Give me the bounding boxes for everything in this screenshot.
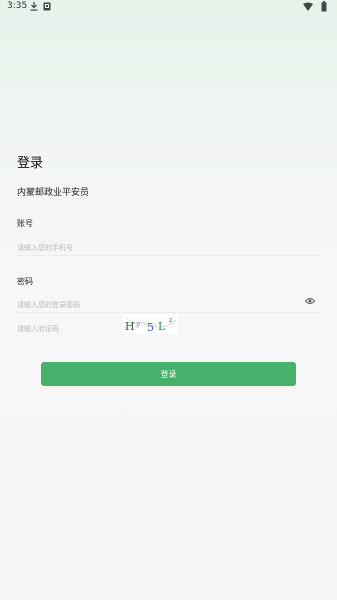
status-time: 3:35: [7, 1, 28, 11]
battery-icon: [321, 1, 327, 12]
download-icon: [30, 2, 38, 11]
svg-text:z: z: [169, 317, 172, 324]
org-name: 内蒙邮政业平安员: [17, 188, 90, 198]
login-button[interactable]: 登录: [41, 362, 296, 386]
page-title: 登录: [17, 156, 44, 171]
wifi-icon: [303, 2, 313, 11]
password-label: 密码: [17, 277, 33, 286]
captcha-graphic: H y 5 L z: [123, 317, 177, 334]
sd-card-icon: [43, 2, 51, 11]
svg-text:5: 5: [147, 321, 154, 334]
account-label: 账号: [17, 219, 33, 228]
verification-code-input[interactable]: [17, 320, 107, 338]
svg-text:L: L: [158, 320, 166, 333]
password-input[interactable]: [17, 296, 287, 314]
captcha-image[interactable]: H y 5 L z: [122, 314, 178, 334]
phone-field-container: [17, 235, 320, 257]
svg-text:y: y: [135, 320, 141, 328]
phone-input[interactable]: [17, 239, 287, 257]
eye-icon[interactable]: [305, 297, 315, 305]
svg-text:H: H: [125, 320, 135, 333]
password-field-container: [17, 292, 320, 314]
status-bar: 3:35: [0, 0, 337, 14]
